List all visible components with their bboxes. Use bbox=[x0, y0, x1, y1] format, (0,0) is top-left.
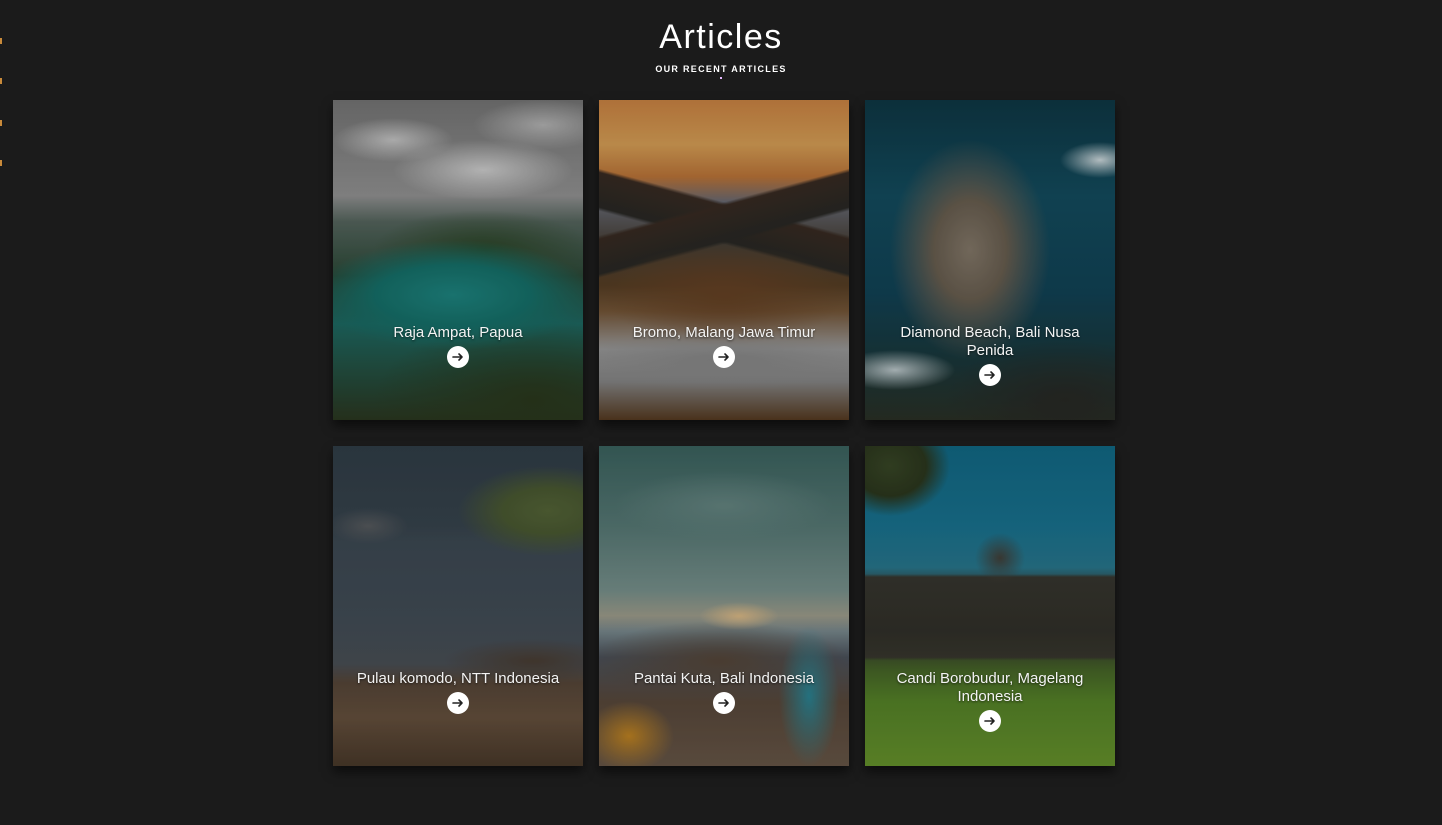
read-more-button[interactable] bbox=[713, 346, 735, 368]
read-more-button[interactable] bbox=[979, 364, 1001, 386]
article-card-diamond-beach[interactable]: Diamond Beach, Bali Nusa Penida bbox=[865, 100, 1115, 420]
article-title: Diamond Beach, Bali Nusa Penida bbox=[900, 324, 1080, 359]
article-title: Pulau komodo, NTT Indonesia bbox=[356, 670, 560, 687]
article-title: Raja Ampat, Papua bbox=[393, 324, 523, 341]
arrow-right-icon bbox=[452, 699, 463, 707]
article-card-pulau-komodo[interactable]: Pulau komodo, NTT Indonesia bbox=[333, 446, 583, 766]
arrow-right-icon bbox=[718, 353, 729, 361]
articles-grid: Raja Ampat, Papua Bromo, Malang Jawa Tim… bbox=[333, 100, 1115, 766]
image-overlay bbox=[599, 446, 849, 766]
card-content: Raja Ampat, Papua bbox=[333, 324, 583, 368]
article-title: Candi Borobudur, Magelang Indonesia bbox=[896, 670, 1084, 705]
page-subtitle: OUR RECENT ARTICLES bbox=[655, 64, 787, 74]
read-more-button[interactable] bbox=[713, 692, 735, 714]
edge-mark bbox=[0, 120, 2, 126]
card-content: Bromo, Malang Jawa Timur bbox=[599, 324, 849, 368]
card-content: Pulau komodo, NTT Indonesia bbox=[333, 670, 583, 714]
page-title: Articles bbox=[659, 18, 783, 56]
articles-header: Articles OUR RECENT ARTICLES bbox=[0, 14, 1442, 79]
edge-mark bbox=[0, 160, 2, 166]
article-card-pantai-kuta[interactable]: Pantai Kuta, Bali Indonesia bbox=[599, 446, 849, 766]
image-overlay bbox=[333, 446, 583, 766]
card-content: Pantai Kuta, Bali Indonesia bbox=[599, 670, 849, 714]
arrow-right-icon bbox=[984, 371, 995, 379]
article-card-candi-borobudur[interactable]: Candi Borobudur, Magelang Indonesia bbox=[865, 446, 1115, 766]
read-more-button[interactable] bbox=[447, 692, 469, 714]
article-card-bromo[interactable]: Bromo, Malang Jawa Timur bbox=[599, 100, 849, 420]
article-title: Bromo, Malang Jawa Timur bbox=[632, 324, 816, 341]
article-card-raja-ampat[interactable]: Raja Ampat, Papua bbox=[333, 100, 583, 420]
card-content: Diamond Beach, Bali Nusa Penida bbox=[865, 324, 1115, 386]
arrow-right-icon bbox=[984, 717, 995, 725]
card-content: Candi Borobudur, Magelang Indonesia bbox=[865, 670, 1115, 732]
read-more-button[interactable] bbox=[447, 346, 469, 368]
image-overlay bbox=[599, 100, 849, 420]
image-overlay bbox=[333, 100, 583, 420]
read-more-button[interactable] bbox=[979, 710, 1001, 732]
arrow-right-icon bbox=[718, 699, 729, 707]
arrow-right-icon bbox=[452, 353, 463, 361]
title-underline bbox=[720, 77, 722, 79]
article-title: Pantai Kuta, Bali Indonesia bbox=[633, 670, 815, 687]
